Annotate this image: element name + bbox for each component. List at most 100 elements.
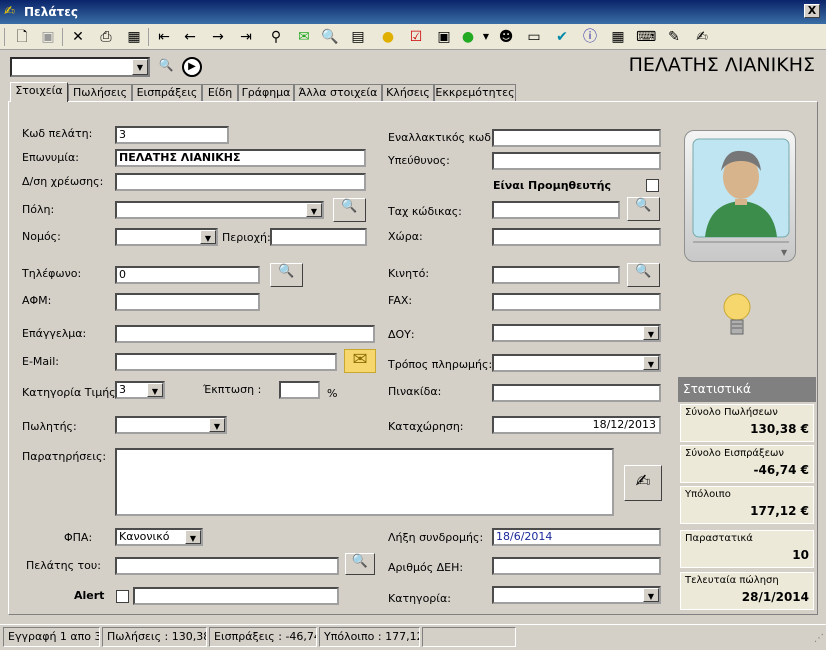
- percent-label: %: [327, 387, 338, 400]
- customer-of-input[interactable]: [115, 557, 339, 575]
- zoom-icon[interactable]: 🔍: [320, 27, 340, 47]
- tab-pending[interactable]: Εκκρεμότητες: [434, 84, 516, 102]
- info-icon[interactable]: ⓘ: [580, 27, 600, 47]
- doy-select[interactable]: ▼: [492, 324, 661, 342]
- tab-items[interactable]: Είδη: [202, 84, 238, 102]
- grid-icon[interactable]: ▦: [124, 27, 144, 47]
- chevron-down-icon[interactable]: ▼: [476, 27, 496, 47]
- alt-code-input[interactable]: [492, 129, 661, 147]
- chevron-down-icon[interactable]: ▼: [643, 326, 659, 340]
- phone-icon: 🔍: [635, 264, 652, 279]
- vat-label: ΦΠΑ:: [64, 531, 93, 544]
- code-label: Κωδ πελάτη:: [22, 127, 93, 140]
- window-icon[interactable]: ▤: [348, 27, 368, 47]
- discount-input[interactable]: [279, 381, 320, 399]
- payment-select[interactable]: ▼: [492, 354, 661, 372]
- alert-input[interactable]: [133, 587, 339, 605]
- chevron-down-icon[interactable]: ▼: [132, 59, 148, 75]
- envelope-icon[interactable]: ✉: [294, 27, 314, 47]
- edit-notes-button[interactable]: ✍: [624, 465, 662, 501]
- supplier-label: Είναι Προμηθευτής: [493, 179, 612, 192]
- area-input[interactable]: [270, 228, 367, 246]
- keyboard-icon[interactable]: ⌨: [636, 27, 656, 47]
- checklist-icon[interactable]: ☑: [406, 27, 426, 47]
- chevron-down-icon[interactable]: ▼: [306, 203, 322, 217]
- category-select[interactable]: ▼: [492, 586, 661, 604]
- deh-input[interactable]: [492, 557, 661, 575]
- binoculars-icon[interactable]: ⚲: [266, 27, 286, 47]
- search-icon[interactable]: 🔍: [157, 58, 175, 76]
- responsible-input[interactable]: [492, 152, 661, 170]
- city-label: Πόλη:: [22, 203, 55, 216]
- stats-title: Στατιστικά: [678, 377, 816, 402]
- fax-label: FAX:: [388, 294, 413, 307]
- tab-details[interactable]: Στοιχεία: [10, 82, 68, 102]
- city-select[interactable]: ▼: [115, 201, 324, 219]
- phone-search-button[interactable]: 🔍: [270, 263, 303, 287]
- alert-checkbox[interactable]: [116, 590, 129, 603]
- job-input[interactable]: [115, 325, 375, 343]
- phone-input[interactable]: 0: [115, 266, 260, 284]
- vat-select[interactable]: Κανονικό ▼: [115, 528, 203, 546]
- registration-date[interactable]: 18/12/2013: [492, 416, 661, 434]
- code-input[interactable]: 3: [115, 126, 229, 144]
- county-select[interactable]: ▼: [115, 228, 218, 246]
- refresh-icon[interactable]: ●: [458, 27, 478, 47]
- calculator-icon[interactable]: ▦: [608, 27, 628, 47]
- tab-sales[interactable]: Πωλήσεις: [68, 84, 132, 102]
- mobile-search-button[interactable]: 🔍: [627, 263, 660, 287]
- search-icon: 🔍: [341, 199, 358, 214]
- chevron-down-icon[interactable]: ▼: [643, 588, 659, 602]
- zip-label: Ταχ κώδικας:: [388, 205, 462, 218]
- notes-icon[interactable]: ✎: [664, 27, 684, 47]
- supplier-checkbox[interactable]: [646, 179, 659, 192]
- fax-input[interactable]: [492, 293, 661, 311]
- lightbulb-icon[interactable]: [720, 290, 754, 342]
- email-input[interactable]: [115, 353, 337, 371]
- subscription-date[interactable]: 18/6/2014: [492, 528, 661, 546]
- price-category-select[interactable]: 3 ▼: [115, 381, 165, 399]
- country-input[interactable]: [492, 228, 661, 246]
- chevron-down-icon[interactable]: ▼: [209, 418, 225, 432]
- close-button[interactable]: X: [804, 4, 820, 18]
- monitor-icon[interactable]: ▭: [524, 27, 544, 47]
- chevron-down-icon[interactable]: ▼: [185, 530, 201, 544]
- previous-record-icon[interactable]: ←: [180, 27, 200, 47]
- resize-grip-icon[interactable]: ⋰: [814, 633, 824, 644]
- plate-input[interactable]: [492, 384, 661, 402]
- tab-chart[interactable]: Γράφημα: [238, 84, 294, 102]
- mobile-label: Κινητό:: [388, 267, 430, 280]
- play-icon[interactable]: ▶: [182, 57, 202, 77]
- zip-search-button[interactable]: 🔍: [627, 197, 660, 221]
- delete-icon[interactable]: ✕: [68, 27, 88, 47]
- customer-of-search-button[interactable]: 🔍: [345, 553, 375, 575]
- new-document-icon[interactable]: 🗋: [12, 27, 32, 47]
- edit-icon[interactable]: ✍: [692, 27, 712, 47]
- zip-input[interactable]: [492, 201, 620, 219]
- last-record-icon[interactable]: ⇥: [236, 27, 256, 47]
- notes-textarea[interactable]: [115, 448, 614, 516]
- mobile-input[interactable]: [492, 266, 620, 284]
- print-icon[interactable]: ⎙: [96, 27, 116, 47]
- save-icon[interactable]: ▣: [38, 27, 58, 47]
- avatar[interactable]: ▼: [684, 130, 796, 262]
- chevron-down-icon[interactable]: ▼: [147, 383, 163, 397]
- chevron-down-icon[interactable]: ▼: [643, 356, 659, 370]
- camera-icon[interactable]: ▣: [434, 27, 454, 47]
- envelope-icon[interactable]: ✉: [344, 349, 376, 373]
- first-record-icon[interactable]: ⇤: [154, 27, 174, 47]
- tab-calls[interactable]: Κλήσεις: [382, 84, 434, 102]
- users-icon[interactable]: ☻: [496, 27, 516, 47]
- tab-receipts[interactable]: Εισπράξεις: [132, 84, 202, 102]
- name-input[interactable]: ΠΕΛΑΤΗΣ ΛΙΑΝΙΚΗΣ: [115, 149, 366, 167]
- city-search-button[interactable]: 🔍: [333, 198, 366, 222]
- chevron-down-icon[interactable]: ▼: [200, 230, 216, 244]
- tab-other-info[interactable]: Άλλα στοιχεία: [294, 84, 382, 102]
- seller-select[interactable]: ▼: [115, 416, 227, 434]
- lightbulb-small-icon[interactable]: ●: [378, 27, 398, 47]
- afm-input[interactable]: [115, 293, 260, 311]
- billing-input[interactable]: [115, 173, 366, 191]
- next-record-icon[interactable]: →: [208, 27, 228, 47]
- record-selector[interactable]: ▼: [10, 57, 150, 77]
- check-circle-icon[interactable]: ✔: [552, 27, 572, 47]
